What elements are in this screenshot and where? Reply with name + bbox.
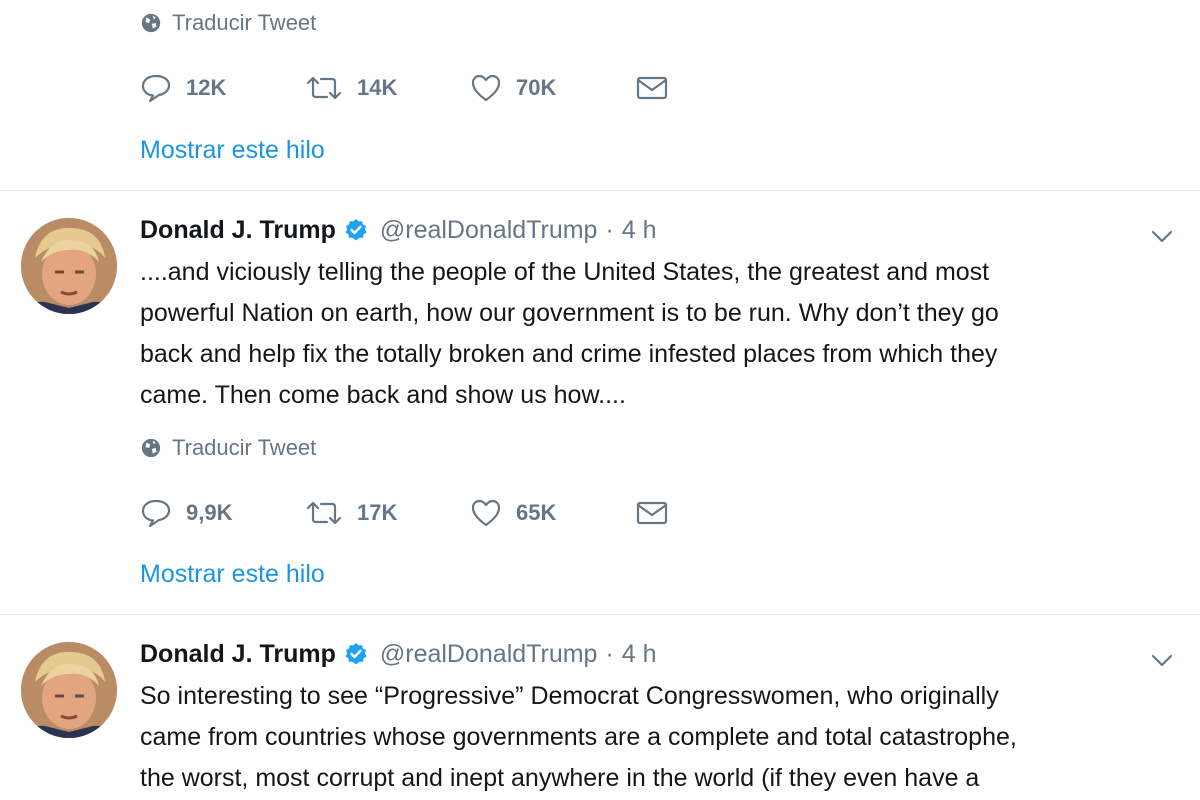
profile-photo [21,218,117,314]
reply-icon [141,74,171,103]
translate-tweet-link[interactable]: Traducir Tweet [140,8,316,38]
show-thread-link[interactable]: Mostrar este hilo [140,560,325,589]
verified-badge-icon [344,218,368,242]
avatar[interactable] [21,642,117,738]
tweet-text: ....and viciously telling the people of … [140,258,999,409]
envelope-icon [636,501,668,525]
retweet-button[interactable]: 17K [305,499,470,527]
tweet-header: Donald J. Trump @realDonaldTrump · 4 h [140,212,657,248]
translate-label: Traducir Tweet [172,10,317,35]
translate-tweet-link[interactable]: Traducir Tweet [140,433,316,463]
direct-message-button[interactable] [635,499,669,527]
retweet-icon [306,501,342,525]
reply-icon [141,499,171,528]
author-name[interactable]: Donald J. Trump [140,640,336,669]
retweet-icon [306,76,342,100]
like-count: 65K [516,500,557,525]
avatar[interactable] [21,218,117,314]
author-name[interactable]: Donald J. Trump [140,216,336,245]
tweet-header: Donald J. Trump @realDonaldTrump · 4 h [140,636,657,672]
translate-label: Traducir Tweet [172,435,317,460]
chevron-down-icon[interactable] [1148,646,1176,674]
reply-button[interactable]: 9,9K [140,498,305,528]
heart-icon [471,74,501,102]
tweet-actions: 12K 14K 70K [140,68,669,108]
retweet-count: 14K [357,75,398,100]
like-button[interactable]: 70K [470,73,635,103]
tweet-divider [0,614,1200,615]
reply-count: 9,9K [186,500,233,525]
like-count: 70K [516,75,557,100]
reply-button[interactable]: 12K [140,73,305,103]
author-handle[interactable]: @realDonaldTrump [380,216,598,245]
chevron-down-icon[interactable] [1148,222,1176,250]
profile-photo [21,642,117,738]
separator-dot: · [605,215,614,244]
tweet-text: So interesting to see “Progressive” Demo… [140,682,1017,792]
tweet-actions: 9,9K 17K 65K [140,493,669,533]
tweet-divider [0,190,1200,191]
heart-icon [471,499,501,527]
retweet-button[interactable]: 14K [305,74,470,102]
verified-badge-icon [344,642,368,666]
envelope-icon [636,76,668,100]
tweet-timestamp[interactable]: 4 h [622,216,657,245]
direct-message-button[interactable] [635,74,669,102]
retweet-count: 17K [357,500,398,525]
globe-icon [141,438,161,458]
reply-count: 12K [186,75,227,100]
show-thread-link[interactable]: Mostrar este hilo [140,136,325,165]
separator-dot: · [605,639,614,668]
globe-icon [141,13,161,33]
like-button[interactable]: 65K [470,498,635,528]
author-handle[interactable]: @realDonaldTrump [380,640,598,669]
tweet-timestamp[interactable]: 4 h [622,640,657,669]
